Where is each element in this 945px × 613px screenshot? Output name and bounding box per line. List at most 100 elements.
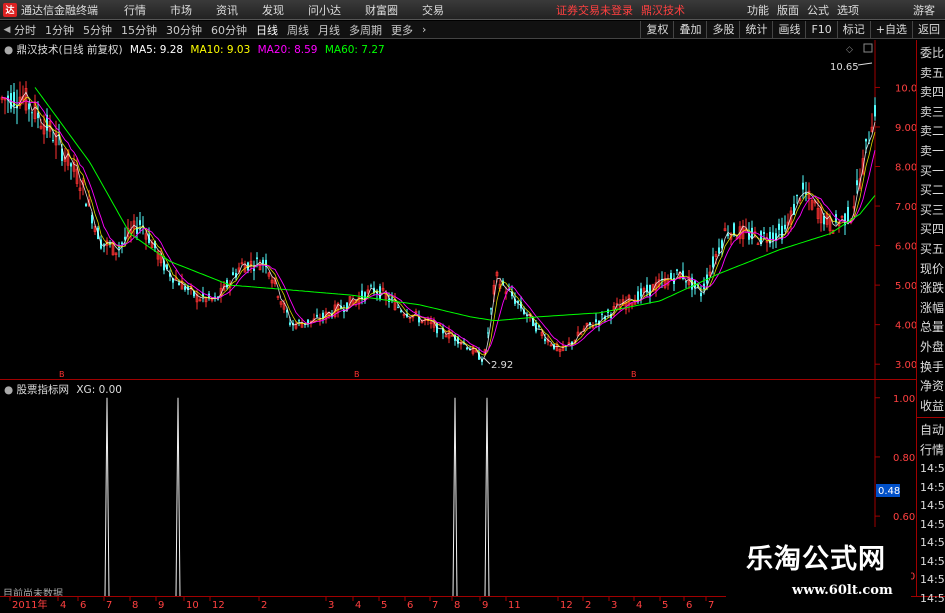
candle-body (391, 297, 393, 299)
candle-body (676, 269, 678, 271)
menu-gongneng[interactable]: 功能 (747, 2, 769, 18)
quote-earnings[interactable]: 收益 (917, 397, 945, 417)
tool-add-watchlist[interactable]: +自选 (869, 21, 912, 39)
period-15min[interactable]: 15分钟 (121, 22, 157, 38)
candle-body (772, 232, 774, 240)
scroll-left-icon[interactable]: ◀ (0, 25, 14, 35)
candle-body (466, 347, 468, 350)
period-more[interactable]: 更多 (391, 22, 413, 38)
tab-quote[interactable]: 行情 (917, 441, 945, 461)
quote-buy1[interactable]: 买一 (917, 162, 945, 182)
menu-gongshi[interactable]: 公式 (807, 2, 829, 18)
chart-tools: 复权 叠加 多股 统计 画线 F10 标记 +自选 返回 (640, 21, 945, 39)
menu-hangqing[interactable]: 行情 (124, 2, 146, 18)
quote-change[interactable]: 涨跌 (917, 279, 945, 299)
guest-user[interactable]: 游客 (913, 2, 935, 18)
candle-body (322, 312, 324, 319)
tool-back[interactable]: 返回 (912, 21, 945, 39)
candle-body (487, 332, 489, 334)
period-multi[interactable]: 多周期 (349, 22, 382, 38)
tool-tongji[interactable]: 统计 (739, 21, 772, 39)
period-30min[interactable]: 30分钟 (166, 22, 202, 38)
top-menu-bar: 达 通达信金融终端 行情 市场 资讯 发现 问小达 财富圈 交易 证券交易未登录… (0, 0, 945, 20)
quote-buy2[interactable]: 买二 (917, 181, 945, 201)
quote-price[interactable]: 现价 (917, 260, 945, 280)
trade-login-status[interactable]: 证券交易未登录 (556, 2, 633, 18)
tick-time: 14:50 (920, 462, 945, 476)
menu-shichang[interactable]: 市场 (170, 2, 192, 18)
candle-body (544, 338, 546, 342)
candle-body (253, 268, 255, 271)
quote-sell4[interactable]: 卖四 (917, 83, 945, 103)
menu-xuanxiang[interactable]: 选项 (837, 2, 859, 18)
quote-outer[interactable]: 外盘 (917, 338, 945, 358)
period-fenshi[interactable]: 分时 (14, 22, 36, 38)
period-daily[interactable]: 日线 (256, 22, 278, 38)
quote-sell2[interactable]: 卖二 (917, 122, 945, 142)
quote-sell1[interactable]: 卖一 (917, 142, 945, 162)
period-5min[interactable]: 5分钟 (83, 22, 112, 38)
candle-body (778, 223, 780, 230)
candle-body (640, 288, 642, 297)
signal-marker: B (59, 370, 65, 379)
kline-chart[interactable]: 3.00 4.00 5.00 6.00 7.00 8.00 9.00 10.00 BBB 10… (0, 40, 945, 380)
period-weekly[interactable]: 周线 (287, 22, 309, 38)
quote-sell3[interactable]: 卖三 (917, 103, 945, 123)
legend-stock-name: 鼎汉技术(日线 前复权) (16, 44, 123, 56)
period-monthly[interactable]: 月线 (318, 22, 340, 38)
indicator-tick-label: 0.80 (893, 453, 915, 464)
menu-wenxiaoda[interactable]: 问小达 (308, 2, 341, 18)
period-1min[interactable]: 1分钟 (45, 22, 74, 38)
tick-time: 14:50 (920, 480, 945, 494)
high-price-label: 10.65 (830, 62, 859, 73)
quote-net-assets[interactable]: 净资 (917, 377, 945, 397)
menu-caifuquan[interactable]: 财富圈 (365, 2, 398, 18)
price-tick-label: 8.00 (895, 163, 917, 174)
menu-jiaoyi[interactable]: 交易 (422, 2, 444, 18)
tool-duogu[interactable]: 多股 (706, 21, 739, 39)
indicator-tick-label: 0.60 (893, 512, 915, 523)
indicator-xg-value: XG: 0.00 (76, 384, 122, 396)
indicator-legend: ● 股票指标网 XG: 0.00 (4, 382, 122, 397)
menu-banmian[interactable]: 版面 (777, 2, 799, 18)
candle-body (52, 140, 54, 142)
candle-body (700, 292, 702, 297)
tab-auto[interactable]: 自动 (917, 421, 945, 441)
candle-body (397, 306, 399, 308)
price-tick-label: 7.00 (895, 202, 917, 213)
candle-body (874, 105, 876, 117)
legend-ma20: MA20: 8.59 (257, 44, 318, 56)
price-tick-label: 4.00 (895, 321, 917, 332)
tool-f10[interactable]: F10 (805, 21, 836, 39)
candle-body (802, 182, 804, 190)
quote-buy4[interactable]: 买四 (917, 220, 945, 240)
tool-biaoji[interactable]: 标记 (836, 21, 870, 39)
quote-sell5[interactable]: 卖五 (917, 64, 945, 84)
chevron-right-icon[interactable]: › (422, 23, 426, 36)
tool-diejia[interactable]: 叠加 (673, 21, 706, 39)
menu-zixun[interactable]: 资讯 (216, 2, 238, 18)
candle-body (85, 203, 87, 207)
period-60min[interactable]: 60分钟 (211, 22, 247, 38)
indicator-circle-icon[interactable]: ● (4, 384, 13, 396)
menu-faxian[interactable]: 发现 (262, 2, 284, 18)
tool-fuquan[interactable]: 复权 (640, 21, 673, 39)
candle-body (256, 257, 258, 259)
quote-change-pct[interactable]: 涨幅 (917, 299, 945, 319)
signal-marker: B (631, 370, 637, 379)
quote-buy3[interactable]: 买三 (917, 201, 945, 221)
date-tick-label: 2011年 (12, 598, 47, 610)
diamond-icon[interactable]: ◇ (846, 45, 853, 55)
candle-body (685, 281, 687, 283)
quote-weibi[interactable]: 委比 (917, 44, 945, 64)
tool-huaxian[interactable]: 画线 (772, 21, 805, 39)
candle-body (601, 313, 603, 315)
kline-chart-svg[interactable]: 3.004.005.006.007.008.009.0010.00 BBB 10… (0, 40, 945, 380)
quote-buy5[interactable]: 买五 (917, 240, 945, 260)
legend-circle-icon[interactable]: ● (4, 44, 13, 56)
quote-turnover[interactable]: 换手 (917, 358, 945, 378)
tick-time: 14:50 (920, 517, 945, 531)
quote-volume[interactable]: 总量 (917, 318, 945, 338)
candle-body (796, 194, 798, 197)
candle-body (70, 163, 72, 167)
